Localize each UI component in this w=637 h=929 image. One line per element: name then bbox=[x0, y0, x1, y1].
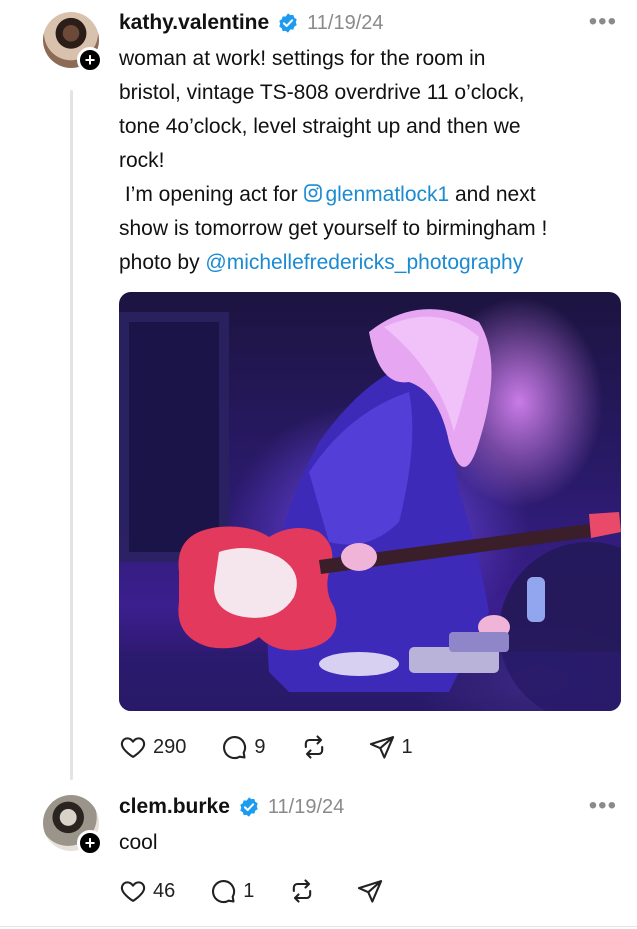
more-icon[interactable]: ••• bbox=[589, 792, 617, 820]
post-date: 11/19/24 bbox=[267, 795, 345, 818]
share-icon bbox=[358, 880, 383, 903]
post-text-line: tone 4o’clock, level straight up and the… bbox=[119, 115, 521, 138]
like-button[interactable]: 46 bbox=[119, 877, 175, 905]
share-button[interactable]: 1 bbox=[368, 733, 413, 761]
post-text-line: photo by @michellefredericks_photography bbox=[119, 246, 624, 280]
username[interactable]: clem.burke bbox=[119, 795, 230, 819]
share-button[interactable] bbox=[356, 877, 390, 905]
text-fragment: I’m opening act for bbox=[119, 183, 304, 206]
post-text-line: I’m opening act for glenmatlock1 and nex… bbox=[119, 178, 624, 212]
post-text: cool bbox=[119, 826, 624, 860]
comment-count: 1 bbox=[243, 879, 255, 902]
post-clem-burke: + clem.burke 11/19/24 ••• cool 46 1 bbox=[0, 790, 637, 926]
mention-link-photographer[interactable]: @michellefredericks_photography bbox=[205, 251, 523, 274]
like-button[interactable]: 290 bbox=[119, 733, 186, 761]
like-count: 46 bbox=[153, 879, 176, 902]
repost-button[interactable] bbox=[300, 733, 334, 761]
thread-line bbox=[70, 90, 73, 780]
verified-icon bbox=[279, 13, 297, 33]
comment-button[interactable]: 1 bbox=[209, 877, 254, 905]
post-text-line: rock! bbox=[119, 149, 165, 172]
comment-icon bbox=[212, 880, 236, 904]
post-kathy-valentine: + kathy.valentine 11/19/24 ••• woman at … bbox=[0, 0, 637, 790]
post-text-line: show is tomorrow get yourself to birming… bbox=[119, 217, 548, 240]
username[interactable]: kathy.valentine bbox=[119, 11, 269, 35]
post-text-line: woman at work! settings for the room in bbox=[119, 47, 486, 70]
more-icon[interactable]: ••• bbox=[589, 8, 617, 36]
heart-icon bbox=[120, 737, 146, 758]
post-photo[interactable] bbox=[119, 292, 621, 711]
repost-button[interactable] bbox=[288, 877, 322, 905]
mention-link-glenmatlock1[interactable]: glenmatlock1 bbox=[303, 183, 449, 206]
verified-icon bbox=[240, 797, 258, 817]
follow-plus-icon[interactable]: + bbox=[77, 47, 103, 73]
instagram-icon bbox=[304, 184, 323, 202]
post-date: 11/19/24 bbox=[307, 11, 384, 34]
divider bbox=[0, 926, 637, 927]
post-actions: 290 9 1 bbox=[119, 731, 447, 763]
post-text: woman at work! settings for the room in … bbox=[119, 42, 624, 280]
share-count: 1 bbox=[401, 735, 413, 758]
comment-button[interactable]: 9 bbox=[220, 733, 266, 761]
repost-icon bbox=[304, 735, 323, 759]
like-count: 290 bbox=[153, 735, 187, 758]
text-fragment: and next bbox=[449, 183, 536, 206]
post-text-line: cool bbox=[119, 831, 158, 854]
guitarist-illustration bbox=[119, 309, 621, 711]
follow-plus-icon[interactable]: + bbox=[77, 830, 103, 856]
repost-icon bbox=[293, 879, 312, 903]
post-header: kathy.valentine 11/19/24 bbox=[119, 8, 384, 38]
share-icon bbox=[369, 736, 394, 759]
comment-icon bbox=[223, 736, 247, 760]
post-header: clem.burke 11/19/24 bbox=[119, 792, 344, 822]
comment-count: 9 bbox=[254, 735, 266, 758]
heart-icon bbox=[120, 881, 146, 902]
mention-text: glenmatlock1 bbox=[325, 183, 450, 206]
text-fragment: photo by bbox=[119, 251, 206, 274]
post-text-line: bristol, vintage TS-808 overdrive 11 o’c… bbox=[119, 81, 525, 104]
post-actions: 46 1 bbox=[119, 875, 424, 907]
